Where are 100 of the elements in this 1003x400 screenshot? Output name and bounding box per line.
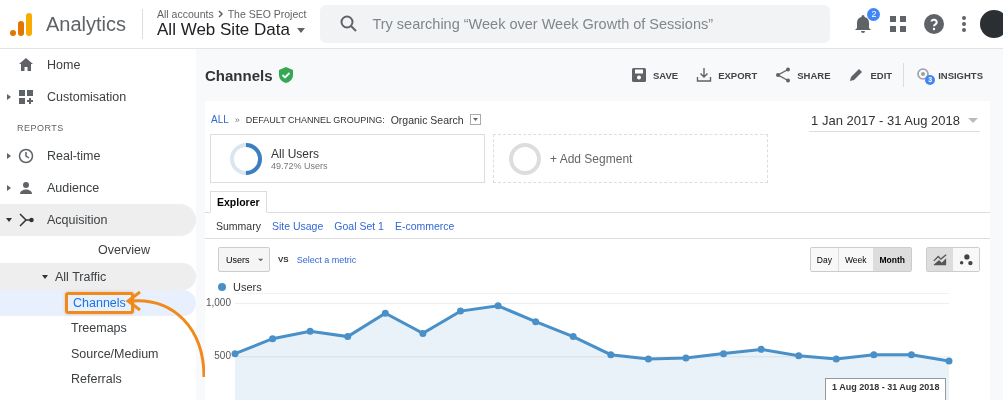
empty-ring-icon [508, 141, 542, 176]
toolbar-button[interactable]: SHARE [768, 63, 838, 87]
y-axis-label: 1,000 [205, 297, 231, 309]
line-chart-button[interactable] [927, 248, 953, 271]
subtab-link[interactable]: Summary [216, 220, 261, 232]
person-icon [18, 180, 34, 196]
data-point [269, 335, 277, 343]
data-point [682, 354, 690, 362]
bubbles-icon [959, 252, 973, 267]
nav-label: Acquisition [47, 213, 108, 227]
caret-icon [257, 257, 263, 262]
report-title: Channels [205, 66, 273, 84]
toolbar-button[interactable]: SAVE [624, 63, 686, 87]
data-point [419, 329, 427, 337]
segment-card[interactable]: All Users 49.72% Users [210, 134, 485, 183]
nav-item[interactable]: Overview [0, 236, 196, 263]
data-point [456, 307, 464, 315]
analytics-logo-icon [10, 12, 32, 36]
chart-tooltip: 1 Aug 2018 - 31 Aug 2018 [825, 378, 947, 400]
avatar[interactable] [980, 10, 1003, 38]
toolbar-button[interactable]: EXPORT [689, 63, 765, 87]
nav-item[interactable]: Channels [0, 290, 196, 316]
explorer-tab[interactable]: Explorer [210, 191, 267, 213]
caret-right-icon[interactable] [6, 153, 12, 159]
caret-right-icon[interactable] [6, 94, 12, 100]
nav-item[interactable]: Customisation [0, 81, 196, 113]
caret-icon [968, 118, 978, 123]
dropdown-icon[interactable] [469, 114, 481, 125]
granularity-button[interactable]: Week [838, 248, 874, 271]
nav-item[interactable]: Audience [0, 172, 196, 204]
data-point [907, 351, 915, 359]
data-point [945, 357, 953, 365]
toolbar-button-label: EXPORT [718, 69, 758, 81]
segment-name: All Users [271, 146, 320, 161]
nav-label: All Traffic [55, 269, 107, 284]
nav-item[interactable]: Real-time [0, 140, 196, 172]
section-heading: REPORTS [16, 122, 65, 135]
caret-icon [295, 27, 306, 33]
add-segment-button[interactable]: + Add Segment [493, 134, 768, 183]
highlighted-label: Channels [65, 291, 134, 314]
data-point [231, 350, 239, 358]
legend-label: Users [233, 281, 262, 293]
toolbar-button-label: INSIGHTS [938, 69, 983, 81]
nav-label: Real-time [47, 149, 101, 163]
nav-label: Source/Medium [71, 346, 159, 361]
data-point [494, 302, 502, 310]
search-field[interactable]: Try searching “Week over Week Growth of Sessions” [320, 5, 831, 43]
select-metric-link[interactable]: Select a metric [296, 254, 357, 265]
motion-chart-button[interactable] [953, 248, 979, 271]
data-point [381, 309, 389, 317]
property-selector[interactable]: All Web Site Data [157, 20, 307, 40]
y-axis-label: 500 [214, 350, 231, 362]
data-point [757, 345, 765, 353]
data-point [532, 318, 540, 326]
subtab-link[interactable]: Site Usage [271, 220, 324, 232]
data-point [607, 351, 615, 359]
toolbar-button-label: EDIT [870, 69, 893, 81]
subtab-link[interactable]: Goal Set 1 [334, 220, 384, 232]
nav-item[interactable]: Referrals [0, 366, 196, 392]
nav-item[interactable]: Home [0, 49, 196, 81]
data-point [569, 333, 577, 341]
toolbar-button-label: SAVE [653, 69, 679, 81]
branch-icon [18, 212, 34, 228]
caret-right-icon[interactable] [6, 185, 12, 191]
pencil-icon [848, 67, 865, 83]
apps-grid-icon[interactable] [890, 16, 907, 32]
granularity-button[interactable]: Month [873, 248, 911, 271]
toolbar-button[interactable]: EDIT [841, 63, 900, 87]
breadcrumb-link[interactable]: ALL [211, 114, 229, 125]
nav-label: Customisation [47, 90, 127, 104]
nav-item[interactable]: All Traffic [0, 263, 196, 290]
caret-down-icon[interactable] [42, 273, 48, 280]
dimension-label: DEFAULT CHANNEL GROUPING: [245, 114, 385, 125]
subtab-link[interactable]: E-commerce [394, 220, 455, 232]
chevron-right-icon [217, 10, 224, 18]
breadcrumb-link[interactable]: All accounts [157, 8, 214, 20]
data-point [795, 352, 803, 360]
notification-badge: 2 [867, 8, 881, 21]
breadcrumb-link[interactable]: The SEO Project [227, 8, 307, 20]
clock-icon [18, 148, 34, 164]
nav-label: Treemaps [71, 321, 127, 336]
caret-down-icon[interactable] [6, 217, 12, 223]
date-range-selector[interactable]: 1 Jan 2017 - 31 Aug 2018 [809, 109, 980, 132]
nav-item[interactable]: Treemaps [0, 315, 196, 341]
more-menu-icon[interactable] [962, 16, 967, 32]
nav-item[interactable]: Source/Medium [0, 341, 196, 367]
nav-item[interactable]: Acquisition [0, 204, 196, 236]
data-point [832, 355, 840, 363]
breadcrumb-separator: » [234, 114, 240, 125]
data-point [344, 333, 352, 341]
segment-share: 49.72% Users [271, 160, 328, 171]
vs-label: VS [278, 255, 289, 264]
save-icon [631, 67, 647, 83]
help-icon[interactable] [924, 14, 945, 34]
download-icon [696, 67, 713, 83]
metric-selector[interactable]: Users [218, 247, 270, 272]
legend-dot-icon [218, 283, 226, 291]
granularity-button[interactable]: Day [810, 248, 839, 271]
product-name: Analytics [46, 12, 127, 36]
notifications-icon[interactable] [854, 14, 873, 34]
